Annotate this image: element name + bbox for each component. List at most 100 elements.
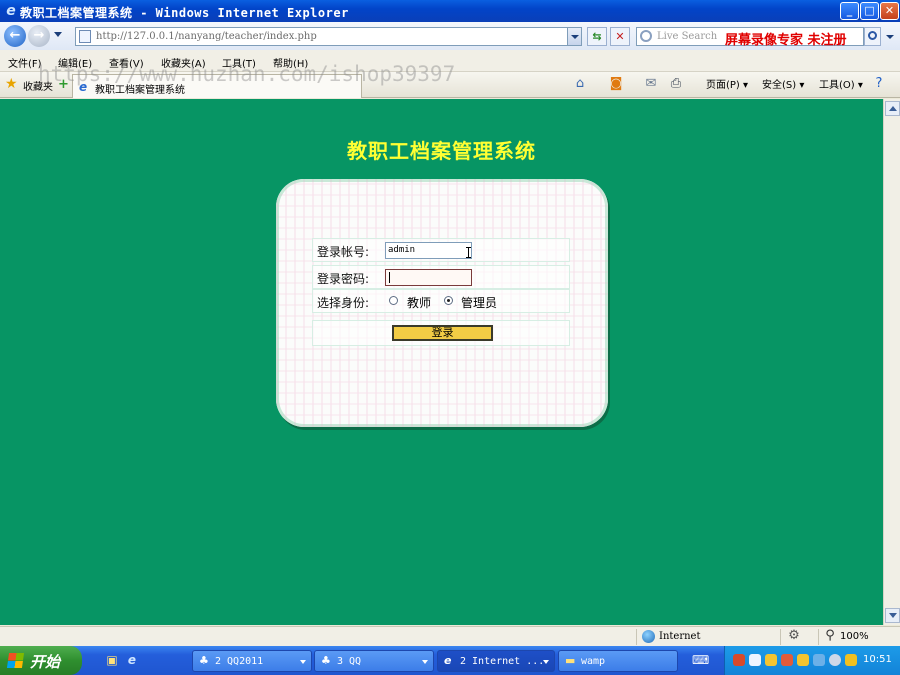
submit-row: 登录 (312, 320, 570, 346)
tools-menu-button[interactable]: 工具(O) ▾ (819, 76, 863, 91)
username-input[interactable]: admin (385, 242, 472, 259)
search-placeholder: Live Search (657, 31, 718, 42)
search-icon (868, 31, 877, 40)
forward-button[interactable]: → (28, 25, 50, 47)
tray-shield-icon[interactable] (845, 654, 857, 666)
username-label: 登录帐号: (317, 245, 370, 259)
tray-qq-icon[interactable] (781, 654, 793, 666)
task-qq[interactable]: ♣ 3 QQ (314, 650, 434, 672)
menu-file[interactable]: 文件(F) (8, 55, 42, 70)
scroll-down-button[interactable] (885, 608, 900, 623)
show-desktop-icon[interactable]: ▣ (104, 653, 120, 668)
menu-tools[interactable]: 工具(T) (222, 55, 256, 70)
favorites-button[interactable]: 收藏夹 (23, 78, 53, 93)
task-label: wamp (581, 656, 606, 667)
tab-ie-icon: e (79, 80, 88, 94)
text-caret (389, 272, 390, 283)
folder-icon: ▬ (565, 654, 576, 667)
page-icon (79, 30, 91, 43)
menu-help[interactable]: 帮助(H) (273, 55, 308, 70)
status-bar: Internet ⚙ ⚲ 100% (0, 626, 900, 646)
page-viewport: 教职工档案管理系统 登录帐号: admin 登录密码: 选择身份: 教师 管理员… (0, 99, 883, 625)
task-qq2011[interactable]: ♣ 2 QQ2011 (192, 650, 312, 672)
tray-qq-icon[interactable] (797, 654, 809, 666)
role-teacher-label[interactable]: 教师 (407, 294, 431, 311)
tab-current[interactable]: e 教职工档案管理系统 (72, 74, 362, 98)
status-separator (818, 629, 819, 645)
taskbar-clock: 10:51 (863, 654, 892, 665)
role-admin-label[interactable]: 管理员 (461, 294, 497, 311)
page-title: 教职工档案管理系统 (347, 139, 536, 163)
home-icon[interactable]: ⌂ (572, 76, 588, 92)
search-box[interactable]: Live Search 屏幕录像专家 未注册 (636, 27, 864, 48)
task-wamp[interactable]: ▬ wamp (558, 650, 678, 672)
keyboard-icon[interactable]: ⌨ (692, 653, 709, 668)
login-panel: 登录帐号: admin 登录密码: 选择身份: 教师 管理员 登录 (276, 179, 608, 427)
minimize-button[interactable]: _ (840, 2, 859, 20)
tab-bar: ★ 收藏夹 + e 教职工档案管理系统 ⌂ ◙ ✉ ⎙ 页面(P) ▾ 安全(S… (0, 72, 900, 98)
vertical-scrollbar[interactable] (883, 99, 900, 625)
username-row: 登录帐号: admin (312, 238, 570, 262)
internet-zone-globe-icon (642, 630, 655, 643)
address-dropdown-button[interactable] (567, 28, 581, 45)
task-label: 2 Internet ... (460, 656, 545, 667)
safety-menu-button[interactable]: 安全(S) ▾ (762, 76, 804, 91)
search-provider-icon (640, 30, 652, 42)
quicklaunch-ie-icon[interactable]: e (124, 653, 140, 668)
mail-icon[interactable]: ✉ (643, 76, 659, 92)
task-label: 2 QQ2011 (215, 656, 264, 667)
password-input[interactable] (385, 269, 472, 286)
task-internet-explorer[interactable]: e 2 Internet ... (437, 650, 555, 672)
search-options-dropdown[interactable] (883, 27, 897, 46)
refresh-button[interactable]: ⇆ (587, 27, 607, 46)
password-row: 登录密码: (312, 265, 570, 289)
mouse-ibeam-cursor (466, 247, 471, 258)
page-menu-button[interactable]: 页面(P) ▾ (706, 76, 748, 91)
ie-logo-icon: e (6, 3, 16, 19)
menu-edit[interactable]: 编辑(E) (58, 55, 92, 70)
feeds-icon[interactable]: ◙ (608, 76, 624, 92)
tab-label: 教职工档案管理系统 (95, 85, 185, 96)
zoom-icon[interactable]: ⚲ (822, 628, 838, 644)
scroll-up-button[interactable] (885, 101, 900, 116)
history-dropdown-icon[interactable] (54, 32, 62, 37)
ie-icon: e (444, 654, 452, 667)
window-title: 教职工档案管理系统 - Windows Internet Explorer (20, 6, 349, 20)
role-admin-radio[interactable] (444, 296, 453, 305)
tray-cloud-icon[interactable] (749, 654, 761, 666)
zoom-level[interactable]: 100% (840, 631, 869, 642)
qq-penguin-icon: ♣ (199, 654, 209, 667)
tray-network-icon[interactable] (813, 654, 825, 666)
maximize-button[interactable]: □ (860, 2, 879, 20)
tray-app-icon[interactable] (733, 654, 745, 666)
favorites-star-icon[interactable]: ★ (5, 77, 18, 91)
tray-qq-icon[interactable] (765, 654, 777, 666)
close-button[interactable]: ✕ (880, 2, 899, 20)
menu-view[interactable]: 查看(V) (109, 55, 144, 70)
security-zone-label: Internet (659, 631, 701, 642)
role-teacher-radio[interactable] (389, 296, 398, 305)
back-button[interactable]: ← (4, 25, 26, 47)
print-icon[interactable]: ⎙ (668, 76, 684, 92)
login-button[interactable]: 登录 (392, 325, 493, 341)
task-group-dropdown-icon (543, 660, 549, 664)
help-icon[interactable]: ? (871, 76, 887, 92)
password-label: 登录密码: (317, 272, 370, 286)
stop-button[interactable]: ✕ (610, 27, 630, 46)
recorder-watermark-text: 屏幕录像专家 未注册 (725, 33, 847, 48)
address-bar[interactable]: http://127.0.0.1/nanyang/teacher/index.p… (75, 27, 582, 46)
search-go-button[interactable] (864, 27, 881, 46)
role-label: 选择身份: (317, 296, 370, 310)
tray-clock-app-icon[interactable] (829, 654, 841, 666)
status-separator (636, 629, 637, 645)
menu-favorites[interactable]: 收藏夹(A) (161, 55, 206, 70)
taskbar: 开始 ▣ e ♣ 2 QQ2011 ♣ 3 QQ e 2 Internet ..… (0, 646, 900, 675)
task-label: 3 QQ (337, 656, 362, 667)
start-button[interactable]: 开始 (0, 646, 82, 675)
address-url[interactable]: http://127.0.0.1/nanyang/teacher/index.p… (96, 31, 317, 42)
windows-flag-icon (6, 653, 25, 668)
add-favorite-icon[interactable]: + (58, 77, 69, 92)
task-group-dropdown-icon (300, 660, 306, 664)
protected-mode-icon[interactable]: ⚙ (786, 628, 802, 644)
address-toolbar: ← → http://127.0.0.1/nanyang/teacher/ind… (0, 22, 900, 50)
